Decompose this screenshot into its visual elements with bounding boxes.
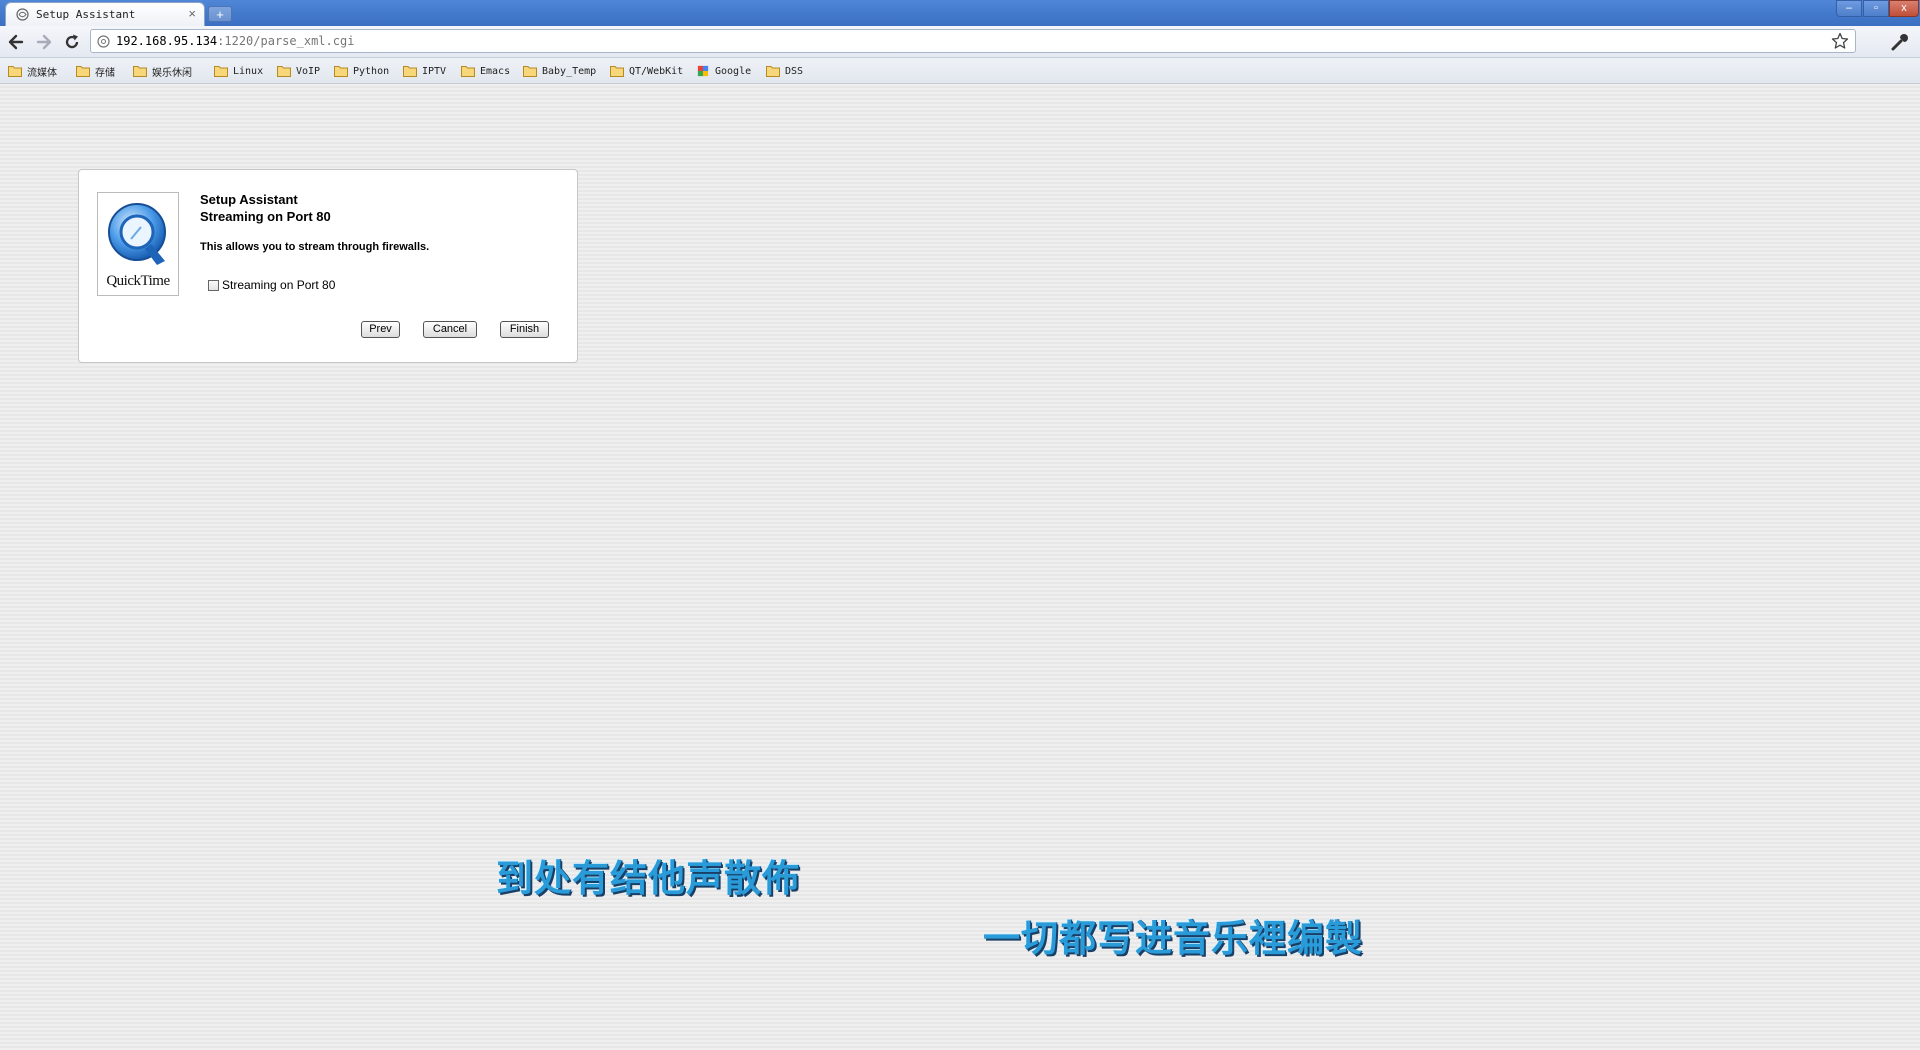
subtitle-line-2: 一切都写进音乐裡编製	[983, 917, 1363, 960]
back-arrow-icon[interactable]	[6, 32, 26, 52]
bookmark-item[interactable]: DSS	[766, 63, 803, 79]
folder-icon	[523, 66, 537, 77]
bookmark-label: IPTV	[422, 65, 447, 77]
bookmarks-bar: 流媒体 存储 娱乐休闲 Linux VoIP Python IPTV Emacs…	[0, 58, 1920, 84]
minimize-button[interactable]: –	[1836, 0, 1862, 17]
globe-icon	[16, 8, 29, 21]
tab-setup-assistant[interactable]: Setup Assistant ×	[5, 2, 205, 26]
bookmark-label: VoIP	[296, 65, 321, 77]
bookmark-label: Linux	[233, 65, 264, 77]
bookmark-item[interactable]: QT/WebKit	[610, 63, 683, 79]
folder-icon	[610, 66, 624, 77]
setup-assistant-dialog: QuickTime Setup Assistant Streaming on P…	[78, 169, 578, 363]
bookmark-label: Emacs	[480, 65, 511, 77]
quicktime-logo: QuickTime	[97, 192, 179, 296]
folder-icon	[403, 66, 417, 77]
browser-toolbar: 192.168.95.134:1220/parse_xml.cgi	[0, 26, 1920, 58]
bookmark-item[interactable]: 流媒体	[8, 63, 57, 79]
streaming-port80-checkbox[interactable]	[208, 279, 219, 291]
streaming-port80-option[interactable]: Streaming on Port 80	[208, 278, 335, 292]
streaming-port80-label[interactable]: Streaming on Port 80	[222, 278, 335, 292]
bookmark-item[interactable]: Baby_Temp	[523, 63, 596, 79]
dialog-subtitle: Streaming on Port 80	[200, 209, 331, 224]
address-bar[interactable]: 192.168.95.134:1220/parse_xml.cgi	[90, 29, 1856, 53]
url-path: :1220/parse_xml.cgi	[217, 34, 355, 48]
prev-button[interactable]: Prev	[361, 321, 400, 338]
bookmark-item[interactable]: Google	[696, 63, 751, 79]
folder-icon	[766, 66, 780, 77]
bookmark-item[interactable]: VoIP	[277, 63, 320, 79]
dialog-description: This allows you to stream through firewa…	[200, 241, 430, 253]
bookmark-item[interactable]: 存储	[76, 63, 115, 79]
new-tab-button[interactable]: +	[208, 6, 232, 22]
page-info-icon[interactable]	[97, 35, 110, 48]
subtitle-line-1: 到处有结他声散佈	[496, 857, 800, 900]
page-content: QuickTime Setup Assistant Streaming on P…	[0, 84, 1920, 1050]
bookmark-label: Google	[715, 65, 752, 77]
bookmark-item[interactable]: Emacs	[461, 63, 510, 79]
bookmark-star-icon[interactable]	[1831, 32, 1849, 50]
url-text: 192.168.95.134:1220/parse_xml.cgi	[116, 34, 354, 48]
maximize-button[interactable]: ▫	[1863, 0, 1889, 17]
quicktime-wordmark: QuickTime	[106, 273, 170, 289]
browser-titlebar: Setup Assistant × + – ▫ x	[0, 0, 1920, 26]
bookmark-label: Baby_Temp	[542, 65, 597, 77]
wrench-icon[interactable]	[1890, 32, 1910, 52]
quicktime-q-icon	[108, 203, 166, 265]
folder-icon	[214, 66, 228, 77]
finish-button[interactable]: Finish	[500, 321, 549, 338]
bookmark-item[interactable]: Linux	[214, 63, 263, 79]
folder-icon	[334, 66, 348, 77]
bookmark-item[interactable]: Python	[334, 63, 389, 79]
reload-icon[interactable]	[62, 32, 82, 52]
bookmark-label: 存储	[95, 67, 115, 79]
bookmark-label: Python	[353, 65, 390, 77]
cancel-button[interactable]: Cancel	[423, 321, 477, 338]
url-host: 192.168.95.134	[116, 34, 218, 48]
bookmark-label: DSS	[785, 65, 804, 77]
bookmark-label: 娱乐休闲	[152, 67, 192, 79]
google-icon	[697, 65, 709, 77]
forward-arrow-icon[interactable]	[34, 32, 54, 52]
tab-title: Setup Assistant	[36, 8, 136, 21]
folder-icon	[76, 66, 90, 77]
folder-icon	[8, 66, 22, 77]
bookmark-label: QT/WebKit	[629, 65, 684, 77]
bookmark-item[interactable]: IPTV	[403, 63, 446, 79]
folder-icon	[133, 66, 147, 77]
tab-close-icon[interactable]: ×	[188, 6, 196, 21]
folder-icon	[461, 66, 475, 77]
dialog-title: Setup Assistant	[200, 192, 298, 207]
close-window-button[interactable]: x	[1889, 0, 1919, 17]
bookmark-item[interactable]: 娱乐休闲	[133, 63, 192, 79]
bookmark-label: 流媒体	[27, 67, 57, 79]
folder-icon	[277, 66, 291, 77]
